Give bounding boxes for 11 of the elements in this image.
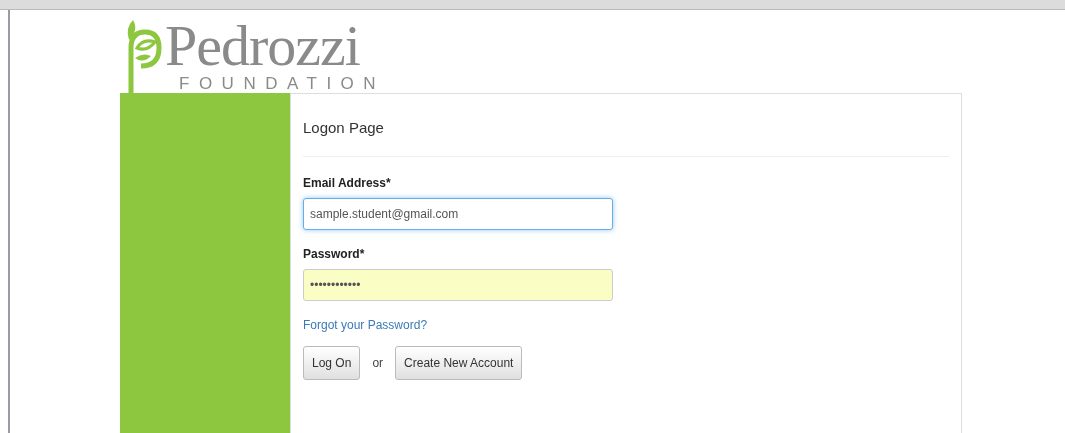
field-label: Email Address* xyxy=(303,176,391,190)
email-field[interactable]: sample.student@gmail.com xyxy=(303,198,613,230)
create-account-button[interactable]: Create New Account xyxy=(395,346,523,380)
forgot-password-link[interactable]: Forgot your Password? xyxy=(303,318,428,332)
field-label: Password* xyxy=(303,247,365,261)
password-field[interactable]: •••••••••••• xyxy=(303,269,613,301)
log-on-button[interactable]: Log On xyxy=(303,346,361,380)
or-text: or xyxy=(372,356,384,370)
logo-tagline: FOUNDATION xyxy=(179,74,386,94)
page-title: Logon Page xyxy=(303,118,384,138)
logo-name: Pedrozzi xyxy=(165,18,360,74)
